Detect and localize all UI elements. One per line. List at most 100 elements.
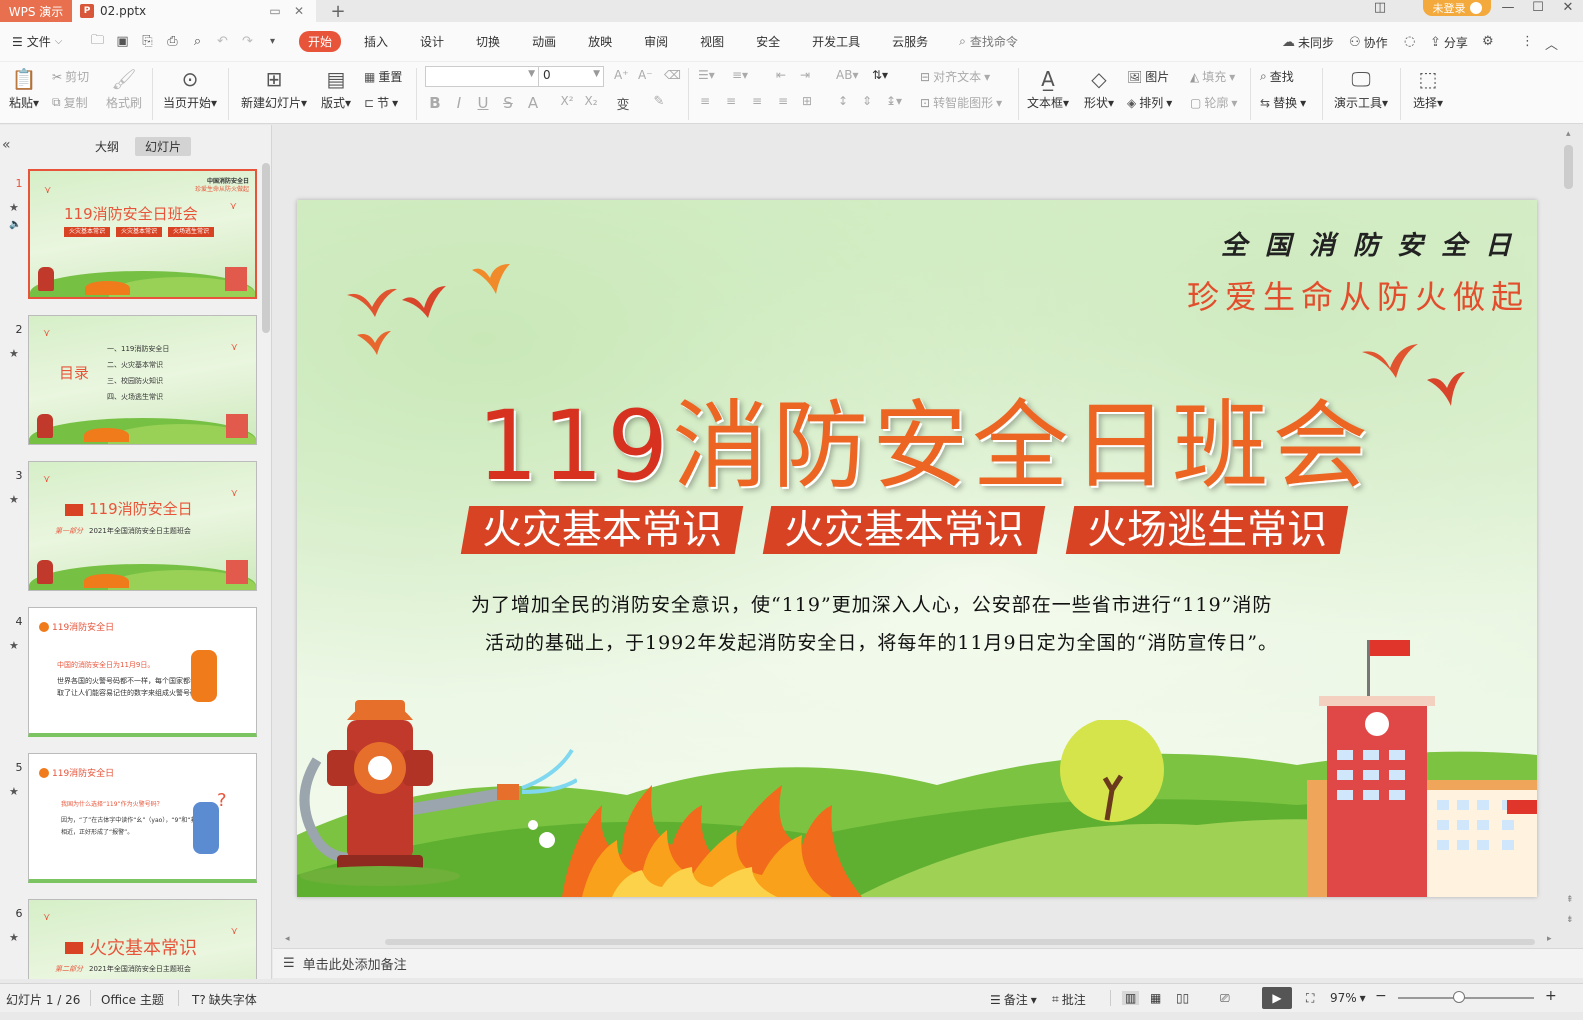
new-slide-button[interactable]: ⊞ 新建幻灯片▾ [238,64,310,111]
subscript-icon[interactable]: X₂ [580,94,602,108]
ribbon-tab[interactable]: 放映 [579,31,621,52]
shrink-font-icon[interactable]: A⁻ [638,68,653,82]
open-folder-icon[interactable]: 🗀 [85,31,110,53]
font-family-combo[interactable]: ▼ [425,66,539,87]
next-slide-icon[interactable]: ⇟ [1566,915,1574,925]
zoom-in-icon[interactable]: + [1545,988,1557,1004]
fill-button[interactable]: ◭ 填充 ▾ [1190,68,1235,85]
replace-button[interactable]: ⇆ 替换 ▾ [1260,94,1306,111]
bullet-list-icon[interactable]: ☰▾ [698,68,715,82]
align-center-icon[interactable]: ≡ [726,94,736,108]
select-button[interactable]: ⬚ 选择▾ [1408,64,1448,111]
align-text-button[interactable]: ⊟ 对齐文本 ▾ [920,68,990,85]
ribbon-tab[interactable]: 安全 [747,31,789,52]
file-menu-button[interactable]: ☰ 文件 ⌵ [0,33,85,50]
slide-thumbnail[interactable]: 119消防安全日 我国为什么选择“119”作为火警号码？ 因为，“了”在古体字中… [28,753,257,883]
missing-fonts-button[interactable]: T? 缺失字体 [192,991,257,1008]
document-tab[interactable]: P 02.pptx ▭ ✕ [72,0,316,22]
comment-bubble-icon[interactable]: ◌ [1404,34,1415,49]
paste-button[interactable]: 📋 粘贴▾ [6,64,42,111]
share-button[interactable]: ⇪ 分享 [1430,34,1468,51]
notes-pane[interactable]: ☰ 单击此处添加备注 [273,948,1583,978]
scroll-up-icon[interactable]: ▴ [1566,129,1571,139]
maximize-button[interactable]: ☐ [1523,0,1553,18]
layout-button[interactable]: ▤ 版式▾ [318,64,354,111]
scrollbar-track[interactable] [385,939,1535,945]
format-painter-button[interactable]: 🖌 格式刷 [104,64,144,111]
present-options-icon[interactable]: ⎚ [1220,991,1230,1006]
print-preview-icon[interactable]: ⌕ [185,34,210,49]
layout-icon[interactable]: ◫ [1365,0,1395,18]
tab-slides[interactable]: 幻灯片 [135,137,192,156]
slide-thumbnail[interactable]: 119消防安全日 中国的消防安全日为11月9日。 世界各国的火警号码都不一样，每… [28,607,257,737]
line-spacing-icon[interactable]: ↕ [838,94,848,108]
underline-icon[interactable]: U [472,94,494,112]
align-left-icon[interactable]: ≡ [700,94,710,108]
strikethrough-icon[interactable]: S [497,94,519,112]
clear-format-icon[interactable]: ⌫ [664,68,681,82]
arrange-button[interactable]: ◈ 排列 ▾ [1127,94,1172,111]
section-button[interactable]: ⊏ 节 ▾ [364,94,398,111]
settings-gear-icon[interactable]: ⚙ [1482,34,1494,49]
sort-icon[interactable]: ⇅▾ [872,68,888,82]
more-options-icon[interactable]: ⋮ [1521,34,1534,49]
restore-window-icon[interactable]: ▭ [266,4,284,18]
font-size-combo[interactable]: 0 ▼ [538,66,604,87]
sync-button[interactable]: ☁ 未同步 [1282,34,1334,51]
from-current-slide-button[interactable]: ⊙ 当页开始▾ [160,64,220,111]
fit-window-icon[interactable]: ⛶ [1306,991,1314,1006]
slide-thumbnail[interactable]: 中国消防安全日 珍爱生命从防火做起 ⋎ ⋎ 119消防安全日班会 火灾基本常识 … [28,169,257,299]
minimize-button[interactable]: — [1493,0,1523,18]
prev-slide-icon[interactable]: ⇞ [1566,895,1574,905]
close-tab-icon[interactable]: ✕ [290,4,308,18]
collapse-panel-icon[interactable]: « [2,137,11,153]
superscript-icon[interactable]: X² [556,94,578,108]
font-color-icon[interactable]: A [522,94,544,112]
cut-button[interactable]: ✂ 剪切 [52,68,89,85]
redo-icon[interactable]: ↷ [235,34,260,49]
zoom-slider-knob[interactable] [1453,991,1466,1003]
print-icon[interactable]: ⎙ [160,34,185,49]
command-search[interactable]: ⌕ 查找命令 [959,33,1018,50]
export-icon[interactable]: ⎘ [135,34,160,49]
justify-icon[interactable]: ≡ [778,94,788,108]
highlight-icon[interactable]: ✎ [648,94,670,109]
spacing-menu-icon[interactable]: ↨▾ [886,94,902,108]
ribbon-tab[interactable]: 审阅 [635,31,677,52]
grow-font-icon[interactable]: A⁺ [614,68,629,82]
scroll-right-icon[interactable]: ▸ [1547,934,1552,944]
scrollbar-thumb[interactable] [1564,145,1573,189]
slide-thumbnail[interactable]: ⋎ ⋎ 火灾基本常识 第二部分 2021年全国消防安全日主题班会 [28,899,257,979]
zoom-out-icon[interactable]: − [1375,988,1387,1004]
new-tab-button[interactable]: + [328,1,348,22]
paragraph-spacing-icon[interactable]: ⇕ [862,94,872,108]
presentation-tools-button[interactable]: 🖵 演示工具▾ [1330,64,1392,111]
close-window-button[interactable]: ✕ [1553,0,1583,18]
ribbon-tab[interactable]: 视图 [691,31,733,52]
play-slideshow-button[interactable]: ▶ [1262,987,1292,1009]
app-menu-button[interactable]: WPS 演示 [0,0,72,22]
italic-icon[interactable]: I [448,94,470,112]
find-button[interactable]: ⌕ 查找 [1260,68,1294,85]
horizontal-scrollbar[interactable]: ◂ ▸ [285,934,1573,947]
bold-icon[interactable]: B [424,94,446,112]
decrease-indent-icon[interactable]: ⇤ [776,68,786,82]
undo-icon[interactable]: ↶ [210,34,235,49]
normal-view-icon[interactable]: ▥ [1122,991,1140,1005]
reading-view-icon[interactable]: ▯▯ [1176,991,1189,1005]
login-button[interactable]: 未登录 [1423,0,1491,16]
theme-name[interactable]: Office 主题 [101,991,164,1008]
ribbon-tab[interactable]: 设计 [411,31,453,52]
zoom-level[interactable]: 97% ▾ [1330,991,1366,1005]
collapse-ribbon-icon[interactable]: ︿ [1545,34,1558,53]
ribbon-tab[interactable]: 动画 [523,31,565,52]
shape-button[interactable]: ◇ 形状▾ [1080,64,1118,111]
increase-indent-icon[interactable]: ⇥ [800,68,810,82]
distribute-icon[interactable]: ⊞ [802,94,812,108]
outline-button[interactable]: ▢ 轮廓 ▾ [1190,94,1237,111]
align-right-icon[interactable]: ≡ [752,94,762,108]
ribbon-tab[interactable]: 开始 [299,31,342,52]
ribbon-tab[interactable]: 开发工具 [803,31,869,52]
slide-thumbnail[interactable]: ⋎ ⋎ 目录 一、119消防安全日 二、火灾基本常识 三、校园防火知识 四、火场… [28,315,257,445]
textbox-button[interactable]: A̲ 文本框▾ [1026,64,1070,111]
